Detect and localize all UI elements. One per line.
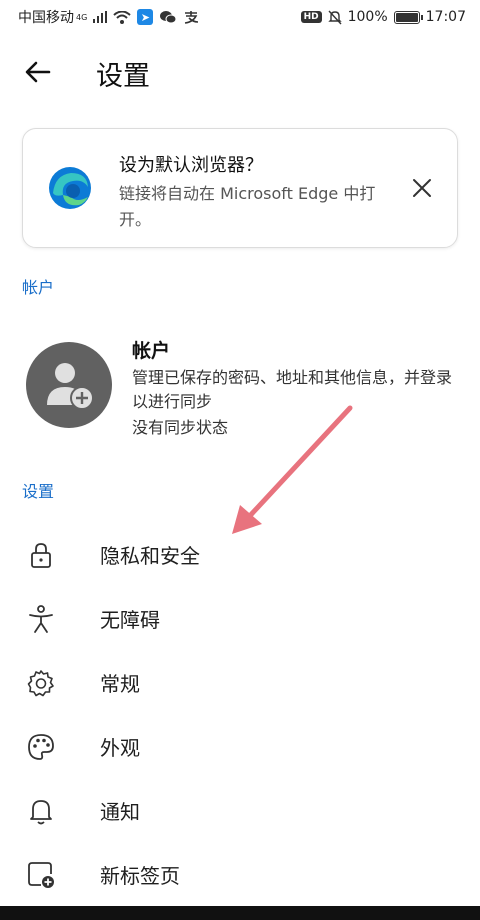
alipay-icon	[185, 11, 199, 24]
avatar	[26, 342, 112, 428]
status-left: 中国移动 4G ➤	[18, 7, 199, 27]
menu-item-notifications[interactable]: 通知	[0, 778, 480, 842]
new-tab-icon	[26, 860, 56, 890]
arrow-left-icon	[25, 61, 51, 83]
wifi-icon	[113, 10, 131, 24]
menu-label: 常规	[100, 672, 140, 696]
wechat-icon	[160, 11, 177, 24]
account-section-label: 帐户	[22, 278, 55, 297]
clock: 17:07	[425, 9, 466, 25]
menu-item-general[interactable]: 常规	[0, 650, 480, 714]
battery-icon	[393, 10, 423, 24]
menu-label: 无障碍	[100, 608, 160, 632]
banner-close-button[interactable]	[409, 175, 435, 201]
lock-icon	[26, 540, 56, 570]
menu-label: 外观	[100, 736, 140, 760]
banner-description: 链接将自动在 Microsoft Edge 中打开。	[119, 184, 376, 229]
top-bar: 设置	[0, 40, 480, 104]
app-notification-icon: ➤	[137, 9, 154, 25]
page-title: 设置	[96, 61, 150, 92]
default-browser-banner[interactable]: 设为默认浏览器？ 链接将自动在 Microsoft Edge 中打开。	[22, 128, 458, 248]
banner-title: 设为默认浏览器？	[119, 155, 263, 176]
signal-icon	[93, 11, 108, 23]
status-bar: 中国移动 4G ➤ HD 100% 17:07	[0, 0, 480, 34]
menu-item-accessibility[interactable]: 无障碍	[0, 586, 480, 650]
menu-label: 新标签页	[100, 864, 180, 888]
menu-label: 通知	[100, 800, 140, 824]
hd-badge: HD	[300, 11, 322, 23]
palette-icon	[26, 732, 56, 762]
menu-item-new-tab[interactable]: 新标签页	[0, 842, 480, 906]
menu-item-privacy-security[interactable]: 隐私和安全	[0, 522, 480, 586]
add-account-icon	[47, 363, 94, 410]
back-button[interactable]	[20, 54, 56, 90]
accessibility-icon	[26, 604, 56, 634]
battery-percent: 100%	[347, 9, 388, 25]
battery-fill	[395, 12, 418, 22]
account-title: 帐户	[132, 340, 171, 362]
carrier-name: 中国移动	[18, 10, 74, 26]
account-description: 管理已保存的密码、地址和其他信息，并登录以进行同步	[132, 368, 453, 411]
edge-logo	[49, 167, 91, 209]
network-type: 4G	[76, 12, 88, 22]
menu-item-appearance[interactable]: 外观	[0, 714, 480, 778]
gear-icon	[26, 668, 56, 698]
menu-label: 隐私和安全	[100, 544, 200, 568]
account-row[interactable]: 帐户 管理已保存的密码、地址和其他信息，并登录以进行同步 没有同步状态	[0, 330, 480, 440]
mute-icon	[327, 10, 342, 24]
bell-icon	[26, 796, 56, 826]
status-right: HD 100% 17:07	[300, 9, 466, 25]
sync-status: 没有同步状态	[132, 418, 229, 437]
settings-section-label: 设置	[22, 482, 55, 501]
close-icon	[413, 179, 431, 197]
bottom-edge	[0, 906, 480, 920]
